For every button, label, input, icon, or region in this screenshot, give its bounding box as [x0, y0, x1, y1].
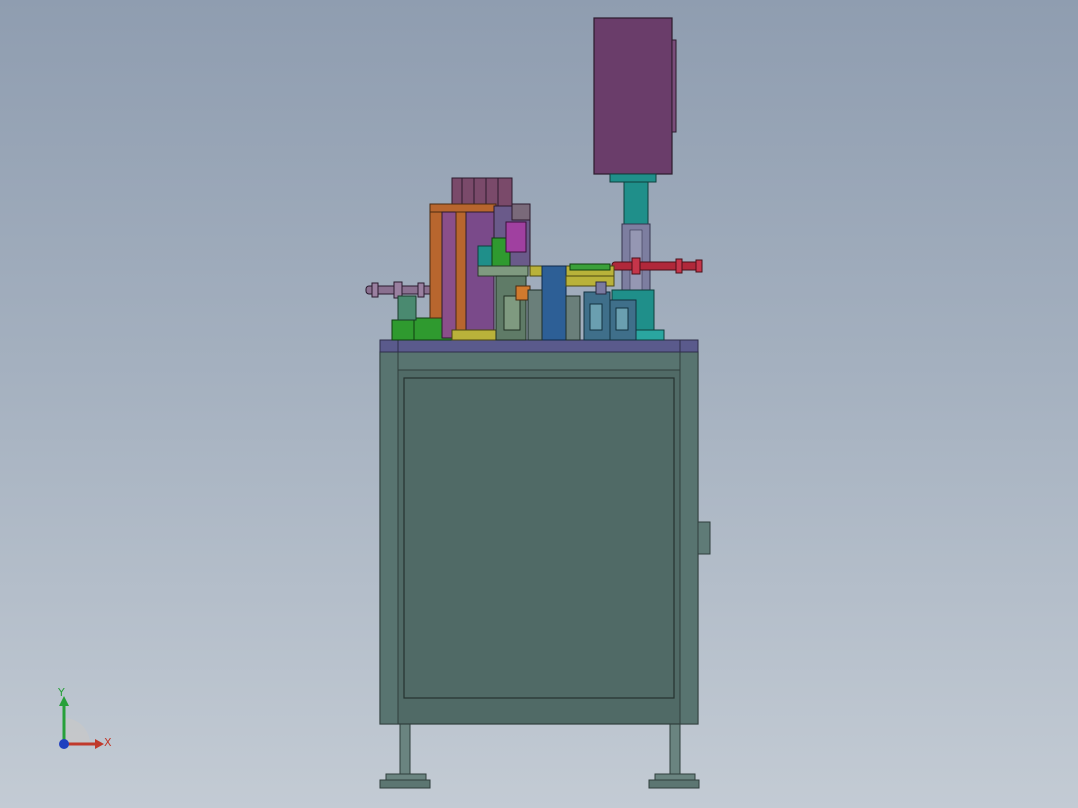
triad-plane-icon	[64, 718, 90, 744]
coordinate-triad: Y X	[40, 682, 130, 762]
motor-housing	[593, 17, 677, 183]
left-foot	[379, 723, 431, 789]
machine-model[interactable]	[0, 0, 1078, 808]
cad-viewport[interactable]: Y X	[0, 0, 1078, 808]
cabinet-handle	[697, 521, 711, 555]
cabinet	[379, 351, 711, 725]
cabinet-door	[403, 377, 675, 699]
feeder-assembly	[429, 177, 531, 341]
tabletop	[379, 339, 699, 353]
right-foot	[648, 723, 700, 789]
z-axis-dot-icon	[59, 739, 69, 749]
x-axis-label: X	[104, 736, 112, 749]
y-axis-label: Y	[58, 686, 65, 699]
